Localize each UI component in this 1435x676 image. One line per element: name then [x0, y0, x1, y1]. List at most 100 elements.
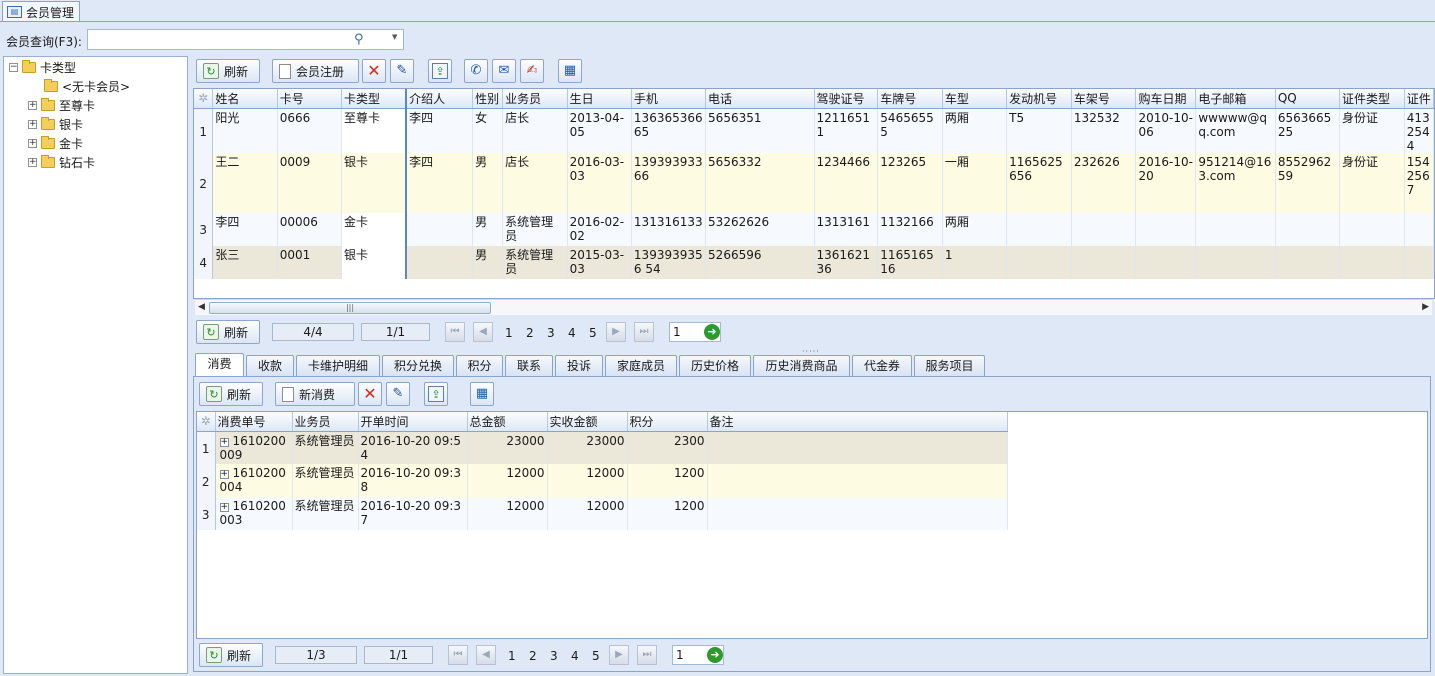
cell[interactable]: T5: [1006, 108, 1072, 153]
expand-icon[interactable]: +: [28, 119, 37, 129]
cell[interactable]: 1200: [627, 464, 708, 497]
scroll-right-icon[interactable]: ▶: [1422, 302, 1429, 312]
cell[interactable]: 2016-02-02: [567, 212, 632, 246]
tab-points-exchange[interactable]: 积分兑换: [382, 355, 454, 376]
cell[interactable]: 12000: [467, 464, 548, 497]
cell[interactable]: 系统管理员: [502, 245, 568, 279]
tab-payment[interactable]: 收款: [246, 355, 294, 376]
column-header[interactable]: 积分: [627, 412, 708, 432]
cell[interactable]: 女: [472, 108, 504, 153]
expand-icon[interactable]: +: [28, 157, 37, 167]
column-header[interactable]: 姓名: [212, 89, 278, 109]
cell[interactable]: 12116511: [814, 108, 879, 153]
cell[interactable]: [1195, 212, 1276, 246]
table-row[interactable]: 2 +1610200004 系统管理员 2016-10-20 09:38 120…: [197, 464, 1008, 497]
expand-icon[interactable]: +: [219, 437, 229, 447]
cell[interactable]: [406, 245, 474, 279]
search-icon[interactable]: ⚲: [354, 32, 364, 47]
cell[interactable]: 店长: [502, 152, 568, 213]
cell[interactable]: [406, 212, 474, 246]
cell[interactable]: 13636536665: [631, 108, 707, 153]
cell[interactable]: [1071, 245, 1137, 279]
cell[interactable]: [707, 464, 1008, 497]
column-settings-button[interactable]: ▦: [558, 59, 582, 83]
member-register-button[interactable]: 会员注册: [272, 59, 359, 83]
tab-contact[interactable]: 联系: [505, 355, 553, 376]
cell[interactable]: 12000: [547, 464, 628, 497]
page-link[interactable]: 4: [568, 326, 576, 340]
cell[interactable]: [1339, 212, 1405, 246]
delete-button[interactable]: ✕: [362, 59, 386, 83]
cell[interactable]: 金卡: [341, 212, 408, 246]
first-page-icon[interactable]: ⏮: [445, 322, 465, 342]
cell[interactable]: 1313161: [814, 212, 879, 246]
cell[interactable]: 1: [942, 245, 1008, 279]
cell[interactable]: 男: [472, 245, 504, 279]
column-header[interactable]: 证件: [1404, 89, 1434, 109]
table-row[interactable]: 3 +1610200003 系统管理员 2016-10-20 09:37 120…: [197, 497, 1008, 530]
next-page-icon[interactable]: ▶: [609, 645, 629, 665]
cell[interactable]: 5266596: [705, 245, 815, 279]
row-selector-header[interactable]: ✲: [194, 89, 214, 109]
consume-refresh-button[interactable]: ↻ 刷新: [199, 382, 263, 406]
expand-icon[interactable]: +: [219, 470, 229, 479]
tab-price-history[interactable]: 历史价格: [679, 355, 751, 376]
expand-icon[interactable]: +: [28, 138, 37, 148]
search-combobox[interactable]: ⚲ ▼: [87, 29, 404, 50]
cell[interactable]: 1165625656: [1006, 152, 1072, 213]
cell[interactable]: [1006, 212, 1072, 246]
search-input[interactable]: [88, 30, 343, 49]
member-management-tab[interactable]: ▤ 会员管理: [2, 1, 80, 22]
prev-page-icon[interactable]: ◀: [476, 645, 496, 665]
page-link[interactable]: 3: [547, 326, 555, 340]
cell[interactable]: 身份证: [1339, 152, 1405, 213]
cell[interactable]: 23000: [547, 431, 628, 464]
collapse-icon[interactable]: −: [9, 62, 18, 72]
cell[interactable]: 2015-03-03: [567, 245, 632, 279]
cell[interactable]: 1393939356 54: [631, 245, 707, 279]
column-header[interactable]: 消费单号: [215, 412, 293, 432]
column-header[interactable]: 电子邮箱: [1195, 89, 1276, 109]
cell[interactable]: [1195, 245, 1276, 279]
cell[interactable]: [1071, 212, 1137, 246]
chevron-down-icon[interactable]: ▼: [392, 33, 397, 41]
cell[interactable]: [1006, 245, 1072, 279]
cell[interactable]: 银卡: [341, 245, 408, 279]
cell[interactable]: 2300: [627, 431, 708, 464]
cell[interactable]: 张三: [212, 245, 278, 279]
cell[interactable]: 男: [472, 212, 504, 246]
tree-item-gold-card[interactable]: + 金卡: [28, 134, 83, 152]
column-header[interactable]: 卡号: [277, 89, 343, 109]
last-page-icon[interactable]: ⏭: [634, 322, 654, 342]
column-header[interactable]: 卡类型: [341, 89, 408, 109]
cell[interactable]: [1404, 212, 1434, 246]
consume-pager-refresh-button[interactable]: ↻ 刷新: [199, 643, 263, 667]
scroll-left-icon[interactable]: ◀: [198, 302, 205, 312]
column-header[interactable]: 实收金额: [547, 412, 628, 432]
cell[interactable]: 2016-10-20 09:54: [358, 431, 468, 464]
scroll-thumb[interactable]: |||: [209, 302, 491, 314]
tab-card-maintenance[interactable]: 卡维护明细: [296, 355, 380, 376]
cell[interactable]: 0666: [277, 108, 343, 153]
cell[interactable]: 李四: [212, 212, 278, 246]
tree-item-silver-card[interactable]: + 银卡: [28, 115, 83, 133]
column-header[interactable]: 备注: [707, 412, 1008, 432]
cell[interactable]: 系统管理员: [292, 497, 359, 530]
cell[interactable]: 4132544: [1404, 108, 1434, 153]
cell[interactable]: 系统管理员: [292, 464, 359, 497]
cell[interactable]: 232626: [1071, 152, 1137, 213]
table-row[interactable]: 1 阳光 0666 至尊卡 李四 女 店长 2013-04-05 1363653…: [194, 108, 1434, 153]
cell[interactable]: [1135, 212, 1197, 246]
tab-points[interactable]: 积分: [456, 355, 503, 376]
sms-button[interactable]: ✆: [464, 59, 488, 83]
cell[interactable]: 银卡: [341, 152, 408, 213]
order-number-cell[interactable]: +1610200004: [215, 464, 293, 497]
column-header[interactable]: QQ: [1275, 89, 1341, 109]
column-header[interactable]: 车型: [942, 89, 1008, 109]
cell[interactable]: 身份证: [1339, 108, 1405, 153]
cell[interactable]: 一厢: [942, 152, 1008, 213]
expand-icon[interactable]: +: [28, 100, 37, 110]
column-header[interactable]: 生日: [567, 89, 632, 109]
table-row[interactable]: 2 王二 0009 银卡 李四 男 店长 2016-03-03 13939393…: [194, 152, 1434, 213]
consume-delete-button[interactable]: ✕: [358, 382, 382, 406]
